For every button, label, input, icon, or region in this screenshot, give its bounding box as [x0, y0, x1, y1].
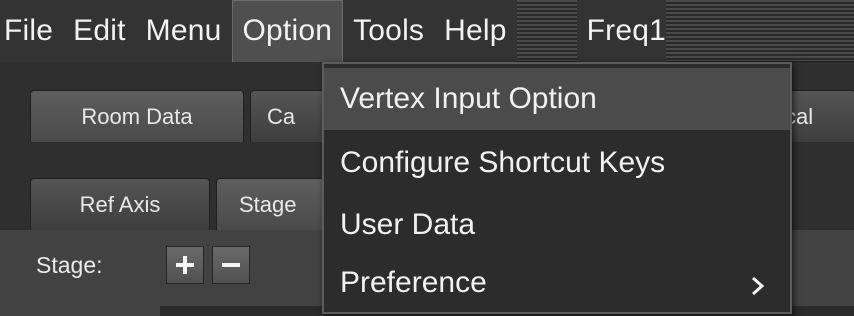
menu-bar: File Edit Menu Option Tools Help Freq1 [0, 0, 854, 62]
minus-icon [222, 263, 240, 267]
menu-item-configure-shortcut-keys[interactable]: Configure Shortcut Keys [324, 132, 790, 194]
tab-ref-axis[interactable]: Ref Axis [30, 178, 210, 230]
menu-freq1[interactable]: Freq1 [576, 0, 667, 62]
menu-item-vertex-input-option[interactable]: Vertex Input Option [324, 68, 790, 130]
menu-spacer [517, 0, 577, 62]
menu-option[interactable]: Option [231, 0, 344, 62]
menu-help[interactable]: Help [434, 0, 517, 62]
tab-room-data[interactable]: Room Data [30, 90, 244, 142]
remove-stage-button[interactable] [212, 246, 250, 284]
menu-item-preference[interactable]: Preference [324, 254, 790, 312]
menu-item-user-data[interactable]: User Data [324, 194, 790, 256]
menu-edit[interactable]: Edit [63, 0, 136, 62]
menu-item-preference-label: Preference [340, 266, 487, 299]
add-stage-button[interactable] [166, 246, 204, 284]
chevron-right-icon [752, 276, 765, 296]
option-dropdown-menu: Vertex Input Option Configure Shortcut K… [322, 62, 792, 314]
plus-icon [176, 256, 194, 274]
menu-tools[interactable]: Tools [343, 0, 435, 62]
menu-menu[interactable]: Menu [135, 0, 232, 62]
stage-label: Stage: [36, 252, 103, 278]
menu-file[interactable]: File [0, 0, 64, 62]
